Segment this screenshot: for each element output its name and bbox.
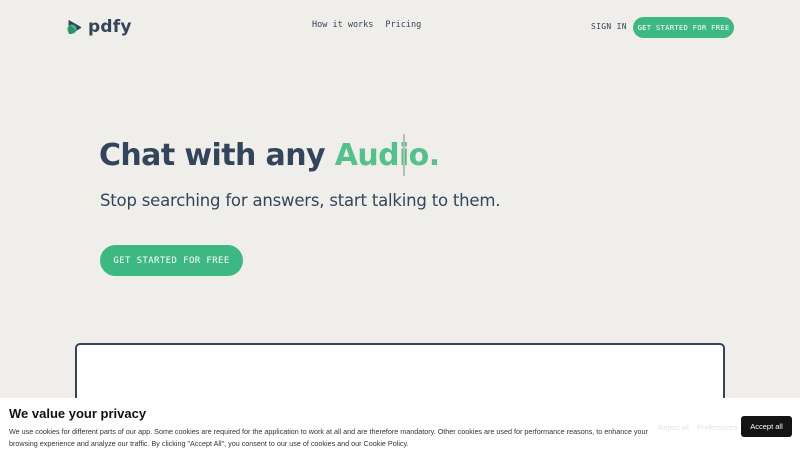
sign-in-link[interactable]: SIGN IN bbox=[591, 22, 627, 31]
hero-title-accent: Audio. bbox=[334, 138, 440, 173]
preferences-button[interactable]: Preferences bbox=[697, 423, 737, 432]
typing-cursor bbox=[403, 134, 405, 176]
logo[interactable]: pdfy bbox=[66, 17, 132, 37]
cookie-banner: We value your privacy We use cookies for… bbox=[0, 398, 800, 458]
logo-text: pdfy bbox=[88, 17, 132, 37]
main-nav: How it works Pricing bbox=[312, 20, 421, 30]
cookie-title: We value your privacy bbox=[9, 406, 147, 421]
cookie-description: We use cookies for different parts of ou… bbox=[9, 427, 648, 448]
reject-all-button[interactable]: Reject all bbox=[658, 423, 689, 432]
hero-title-prefix: Chat with any bbox=[99, 138, 335, 173]
hero-get-started-button[interactable]: GET STARTED FOR FREE bbox=[100, 245, 243, 276]
hero-subtitle: Stop searching for answers, start talkin… bbox=[100, 191, 501, 210]
nav-how-it-works[interactable]: How it works bbox=[312, 20, 373, 30]
accept-all-button[interactable]: Accept all bbox=[741, 416, 792, 437]
pdfy-logo-icon bbox=[67, 19, 82, 34]
header-get-started-button[interactable]: GET STARTED FOR FREE bbox=[633, 17, 734, 38]
nav-pricing[interactable]: Pricing bbox=[385, 20, 421, 30]
site-header: pdfy How it works Pricing SIGN IN GET ST… bbox=[0, 0, 800, 56]
hero-title: Chat with any Audio. bbox=[99, 136, 440, 176]
